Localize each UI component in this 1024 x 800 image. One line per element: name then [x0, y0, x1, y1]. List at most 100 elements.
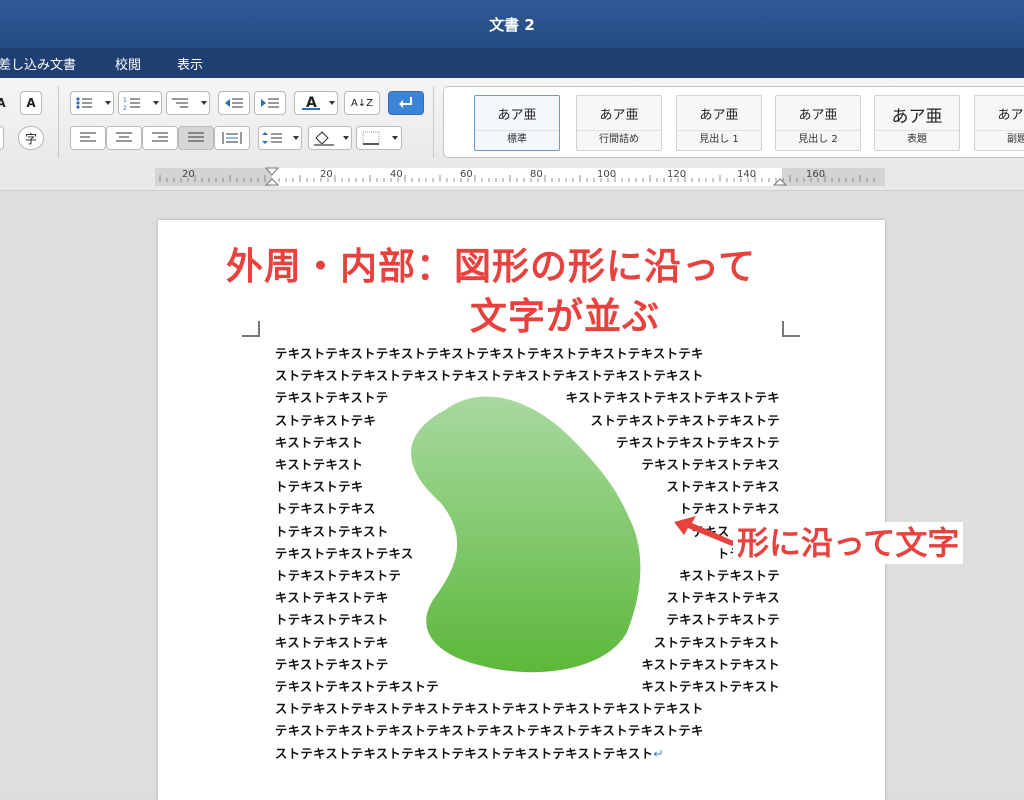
- borders-button[interactable]: [356, 126, 402, 150]
- align-right-button[interactable]: [142, 126, 178, 150]
- window-title: 文書 2: [489, 16, 535, 34]
- text-line-right: ストテキストテキス: [666, 480, 780, 495]
- align-left-button[interactable]: [70, 126, 106, 150]
- green-blob-shape[interactable]: [395, 392, 645, 682]
- margin-corner-mark: [242, 321, 260, 337]
- justify-icon: [188, 132, 204, 142]
- ribbon-divider: [433, 86, 434, 158]
- line-spacing-button[interactable]: [258, 126, 302, 150]
- style-preview: あア亜: [798, 108, 838, 123]
- text-border-button[interactable]: A: [20, 91, 42, 115]
- show-formatting-marks-button[interactable]: [388, 91, 424, 115]
- decrease-indent-button[interactable]: [218, 91, 250, 115]
- style-name: 副題: [1007, 134, 1024, 145]
- text-line-left: トテキストテキストテ: [275, 569, 402, 583]
- svg-text:1: 1: [123, 97, 127, 104]
- return-arrow-icon: [399, 97, 412, 108]
- margin-corner-mark: [782, 321, 800, 337]
- style-subtitle[interactable]: あア亜 副題: [974, 95, 1024, 151]
- style-name: 見出し 1: [699, 134, 739, 145]
- align-center-button[interactable]: [106, 126, 142, 150]
- callout-label: 形に沿って文字: [733, 522, 964, 564]
- style-preview: あア亜: [891, 107, 943, 127]
- ruler-ticks: [159, 175, 875, 182]
- shading-button[interactable]: [308, 126, 352, 150]
- border-icon: [362, 131, 398, 145]
- text-line-left: テキストテキストテキス: [275, 546, 414, 561]
- style-name: 見出し 2: [798, 134, 838, 145]
- align-left-icon: [80, 132, 96, 142]
- style-normal[interactable]: あア亜 標準: [474, 95, 560, 151]
- text-line-right: キストテキストテキスト: [641, 680, 780, 694]
- style-no-spacing[interactable]: あア亜 行間詰め: [576, 95, 662, 151]
- style-heading-1[interactable]: あア亜 見出し 1: [676, 95, 762, 151]
- style-name: 表題: [907, 134, 927, 145]
- indent-icon: [261, 98, 279, 108]
- ruler-number: 140: [737, 169, 757, 180]
- text-line-left: トテキストテキスト: [275, 524, 389, 539]
- horizontal-ruler[interactable]: 20 20 40 60 80 100 120 140 160: [0, 166, 1024, 191]
- ruler-number: 100: [597, 169, 617, 180]
- multilevel-list-icon: [172, 98, 207, 108]
- sort-button[interactable]: A↓Z: [344, 91, 380, 115]
- numbered-list-icon: 12: [123, 97, 159, 111]
- enclose-char-button[interactable]: 字: [18, 126, 44, 150]
- style-preview: あア亜: [699, 108, 739, 123]
- tab-mailings[interactable]: 差し込み文書: [0, 54, 76, 73]
- style-name: 行間詰め: [599, 134, 639, 145]
- style-preview: あア亜: [497, 108, 537, 123]
- text-line-left: テキストテキストテキストテキストテキストテキストテキストテキストテキ: [275, 347, 704, 361]
- text-line-right: テキストテキストテキス: [641, 458, 780, 472]
- ribbon-tab-bar: 差し込み文書 校閲 表示: [0, 48, 1024, 78]
- text-line-left: ストテキストテキストテキストテキストテキストテキストテキストテキスト: [275, 369, 704, 384]
- ruler-number: 80: [530, 169, 543, 180]
- justify-button[interactable]: [178, 126, 214, 150]
- svg-text:2: 2: [123, 105, 127, 111]
- align-center-icon: [116, 132, 132, 142]
- title-bar: 文書 2: [0, 0, 1024, 48]
- ruler-number: 60: [460, 169, 473, 180]
- paint-bucket-icon: [314, 131, 349, 146]
- style-heading-2[interactable]: あア亜 見出し 2: [775, 95, 861, 151]
- text-line-right: キストテキストテ: [679, 569, 780, 583]
- grow-font-button[interactable]: A: [0, 91, 12, 115]
- text-line-left: ストテキストテキストテキストテキストテキストテキストテキスト↵: [275, 746, 665, 761]
- first-line-indent-marker[interactable]: [264, 166, 280, 190]
- text-line-right: ストテキストテキスト: [653, 635, 780, 650]
- char-shading-button[interactable]: [0, 126, 4, 150]
- text-line-left: キストテキストテキ: [275, 635, 389, 650]
- ruler-number: 20: [320, 169, 333, 180]
- increase-indent-button[interactable]: [254, 91, 286, 115]
- text-line-left: ストテキストテキ: [275, 413, 377, 428]
- bullets-button[interactable]: [70, 91, 114, 115]
- text-line-left: トテキストテキス: [275, 502, 376, 517]
- text-line-right: キストテキストテキスト: [641, 657, 780, 672]
- text-line-left: キストテキストテキ: [275, 591, 389, 606]
- text-line-left: テキストテキストテ: [275, 657, 389, 672]
- tab-review[interactable]: 校閲: [115, 54, 141, 73]
- callout-arrow-icon: [674, 516, 736, 546]
- ruler-number: 40: [390, 169, 403, 180]
- numbering-button[interactable]: 12: [118, 91, 162, 115]
- text-line-left: ストテキストテキストテキストテキストテキストテキストテキストテキスト: [275, 702, 704, 717]
- distributed-button[interactable]: [214, 126, 250, 150]
- tab-view[interactable]: 表示: [177, 54, 203, 73]
- ruler-number: 120: [667, 169, 687, 180]
- text-direction-button[interactable]: A: [294, 91, 338, 115]
- text-line-right: テキストテキストテ: [666, 613, 780, 628]
- multilevel-list-button[interactable]: [166, 91, 210, 115]
- right-indent-marker[interactable]: [772, 166, 788, 190]
- text-line-left: テキストテキストテキストテキストテキストテキストテキストテキストテキ: [275, 724, 704, 739]
- text-line-left: テキストテキストテ: [275, 391, 389, 406]
- style-preview: あア亜: [997, 108, 1024, 123]
- styles-gallery: あア亜 標準 あア亜 行間詰め あア亜 見出し 1 あア亜 見出し 2 あア亜 …: [443, 86, 1024, 158]
- paragraph-mark-icon: ↵: [653, 746, 665, 761]
- text-line-left: キストテキスト: [275, 435, 364, 450]
- text-line-right: ストテキストテキス: [666, 591, 780, 606]
- shape-fill: [411, 396, 641, 673]
- annotation-heading-line2: 文字が並ぶ: [470, 295, 660, 338]
- style-title[interactable]: あア亜 表題: [874, 95, 960, 151]
- ruler-number: 160: [806, 169, 826, 180]
- annotation-heading: 外周・内部：図形の形に沿って: [226, 245, 757, 288]
- distribute-icon: [222, 132, 242, 144]
